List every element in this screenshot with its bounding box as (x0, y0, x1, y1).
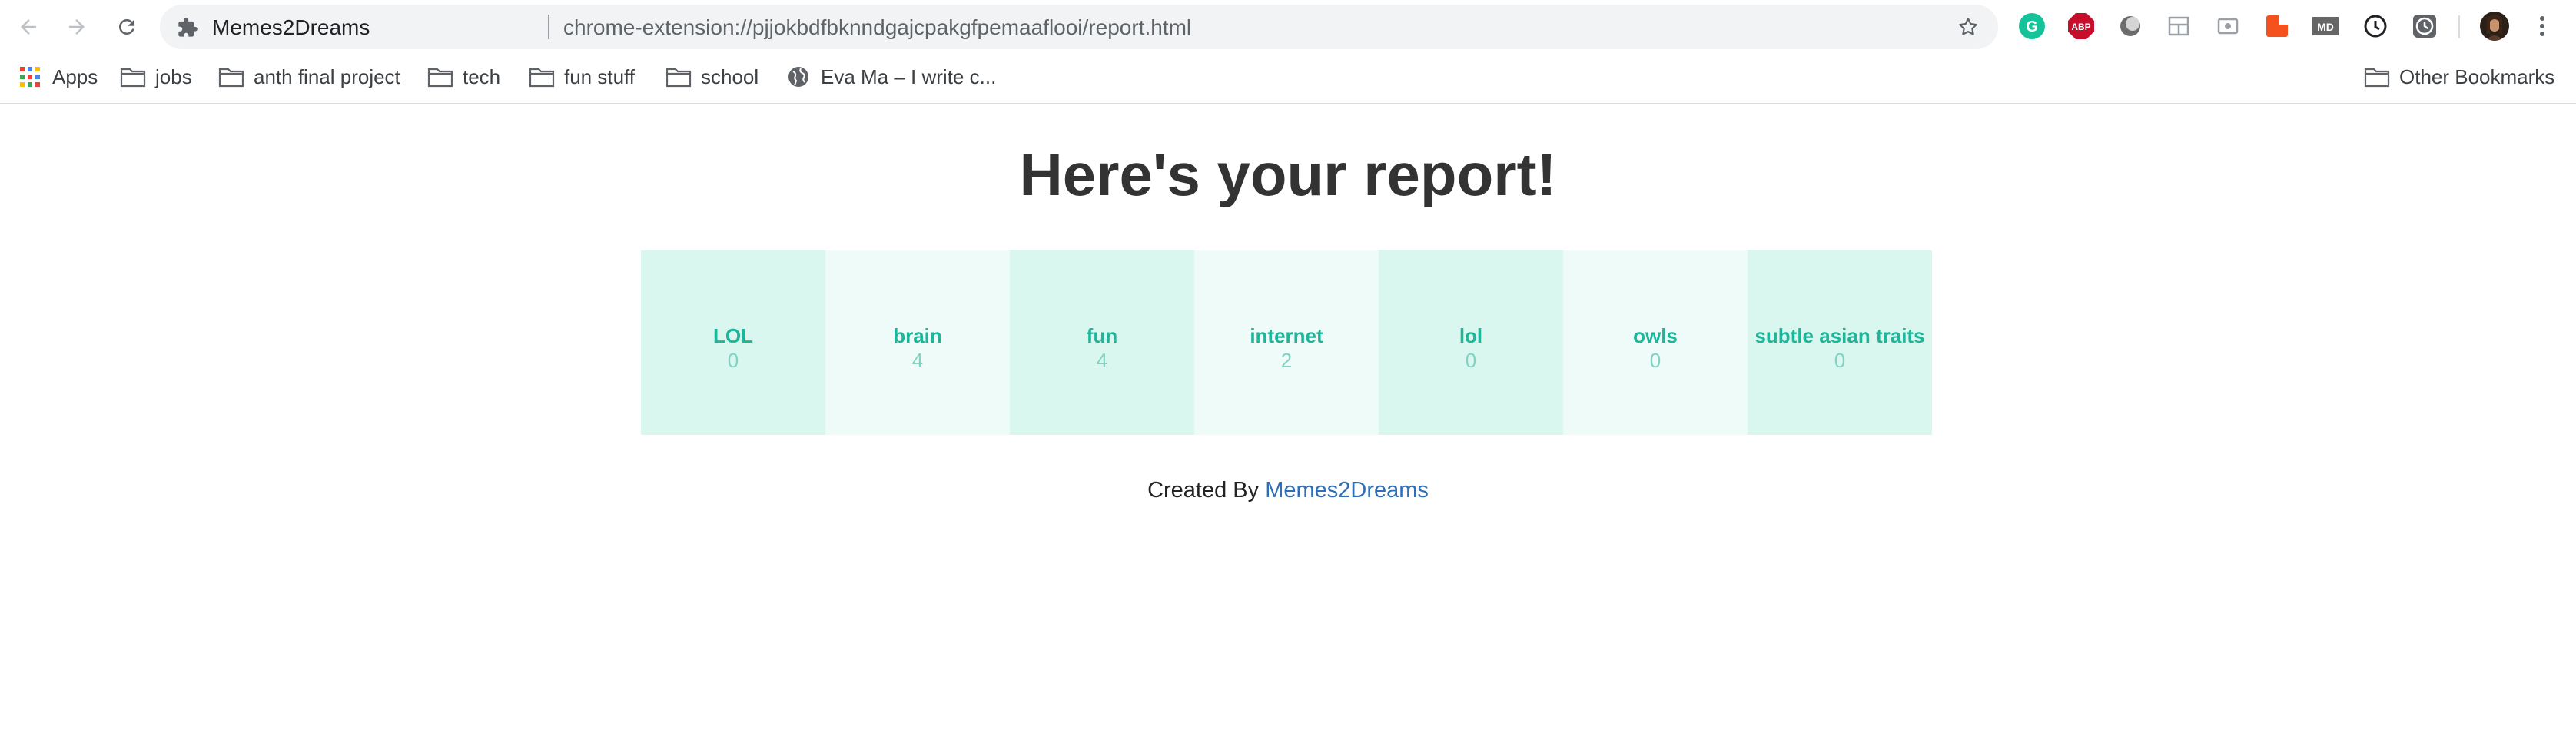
category-count: 0 (1649, 349, 1661, 372)
folder-icon (666, 66, 692, 88)
dark-reader-icon[interactable] (2115, 11, 2146, 41)
category-card-LOL: LOL 0 (641, 250, 825, 435)
category-count: 2 (1280, 349, 1293, 372)
site-name: Memes2Dreams (212, 15, 370, 39)
report-categories: LOL 0 brain 4 fun 4 internet 2 lol 0 owl… (641, 250, 1932, 435)
folder-icon (427, 66, 453, 88)
category-card-fun: fun 4 (1010, 250, 1194, 435)
category-name: LOL (713, 324, 753, 347)
back-button[interactable] (9, 8, 48, 46)
apps-grid-icon (17, 66, 43, 88)
bookmark-label: Apps (52, 65, 98, 88)
category-count: 0 (1834, 349, 1846, 372)
category-card-lol: lol 0 (1379, 250, 1563, 435)
svg-text:MD: MD (2317, 21, 2334, 33)
category-name: owls (1633, 324, 1678, 347)
bookmark-label: fun stuff (564, 65, 636, 88)
address-separator (548, 15, 549, 39)
bookmark-label: Eva Ma – I write c... (821, 65, 997, 88)
folder-icon (529, 66, 555, 88)
bookmark-apps[interactable]: Apps (17, 61, 98, 92)
globe-icon (785, 66, 812, 88)
category-card-internet: internet 2 (1194, 250, 1379, 435)
puzzle-piece-icon (178, 18, 198, 37)
clock-icon[interactable] (2360, 11, 2391, 41)
grammarly-icon[interactable]: G (2017, 11, 2047, 41)
folder-icon (120, 66, 146, 88)
category-card-owls: owls 0 (1563, 250, 1748, 435)
bookmark-label: tech (463, 65, 501, 88)
reload-icon (118, 18, 134, 35)
profile-avatar-icon[interactable] (2478, 9, 2511, 43)
arrow-left-icon (21, 19, 36, 35)
arrow-right-icon (69, 19, 85, 35)
category-count: 0 (727, 349, 739, 372)
category-name: lol (1459, 324, 1483, 347)
address-bar[interactable]: Memes2Dreams chrome-extension://pjjokbdf… (160, 5, 1998, 49)
bookmark-school[interactable]: school (666, 61, 759, 92)
folder-icon (2364, 66, 2390, 88)
media-icon[interactable] (2213, 11, 2243, 41)
bookmark-label: anth final project (254, 65, 400, 88)
folder-icon (218, 66, 244, 88)
kebab-menu-icon[interactable] (2527, 11, 2558, 41)
bookmark-eva-ma[interactable]: Eva Ma – I write c... (785, 61, 996, 92)
footer-prefix: Created By (1147, 478, 1260, 503)
bookmark-other-bookmarks[interactable]: Other Bookmarks (2364, 61, 2554, 92)
bookmarks-bar: Apps jobs anth final project tech fun st… (0, 52, 2576, 104)
category-count: 4 (911, 349, 924, 372)
footer-link-memes2dreams[interactable]: Memes2Dreams (1265, 478, 1429, 503)
category-name: subtle asian traits (1754, 324, 1925, 347)
markdown-icon[interactable]: MD (2310, 11, 2341, 41)
page-title: Here's your report! (1019, 141, 1557, 208)
browser-toolbar: Memes2Dreams chrome-extension://pjjokbdf… (0, 0, 2576, 52)
timer-icon[interactable] (2409, 11, 2440, 41)
bookmark-jobs[interactable]: jobs (120, 61, 192, 92)
svg-text:ABP: ABP (2071, 22, 2090, 32)
bookmark-tech[interactable]: tech (427, 61, 500, 92)
extension-orange-icon[interactable] (2262, 11, 2292, 41)
category-name: internet (1250, 324, 1323, 347)
bookmark-fun-stuff[interactable]: fun stuff (529, 61, 635, 92)
category-card-subtle-asian-traits: subtle asian traits 0 (1748, 250, 1932, 435)
bookmark-label: Other Bookmarks (2399, 65, 2555, 88)
url-text[interactable]: chrome-extension://pjjokbdfbknndgajcpakg… (563, 15, 1191, 40)
toolbar-divider (2458, 15, 2460, 38)
bookmark-label: school (701, 65, 759, 88)
category-name: brain (893, 324, 942, 347)
star-icon[interactable] (1957, 15, 1980, 38)
category-name: fun (1086, 324, 1118, 347)
page-footer: Created By Memes2Dreams (0, 476, 2576, 504)
adblock-plus-icon[interactable]: ABP (2066, 11, 2096, 41)
forward-button[interactable] (58, 8, 96, 46)
reload-button[interactable] (108, 8, 146, 46)
bookmark-anth-final-project[interactable]: anth final project (218, 61, 400, 92)
bookmark-label: jobs (155, 65, 192, 88)
category-card-brain: brain 4 (825, 250, 1010, 435)
layout-icon[interactable] (2163, 11, 2194, 41)
category-count: 0 (1465, 349, 1477, 372)
svg-text:G: G (2026, 18, 2038, 35)
category-count: 4 (1096, 349, 1108, 372)
